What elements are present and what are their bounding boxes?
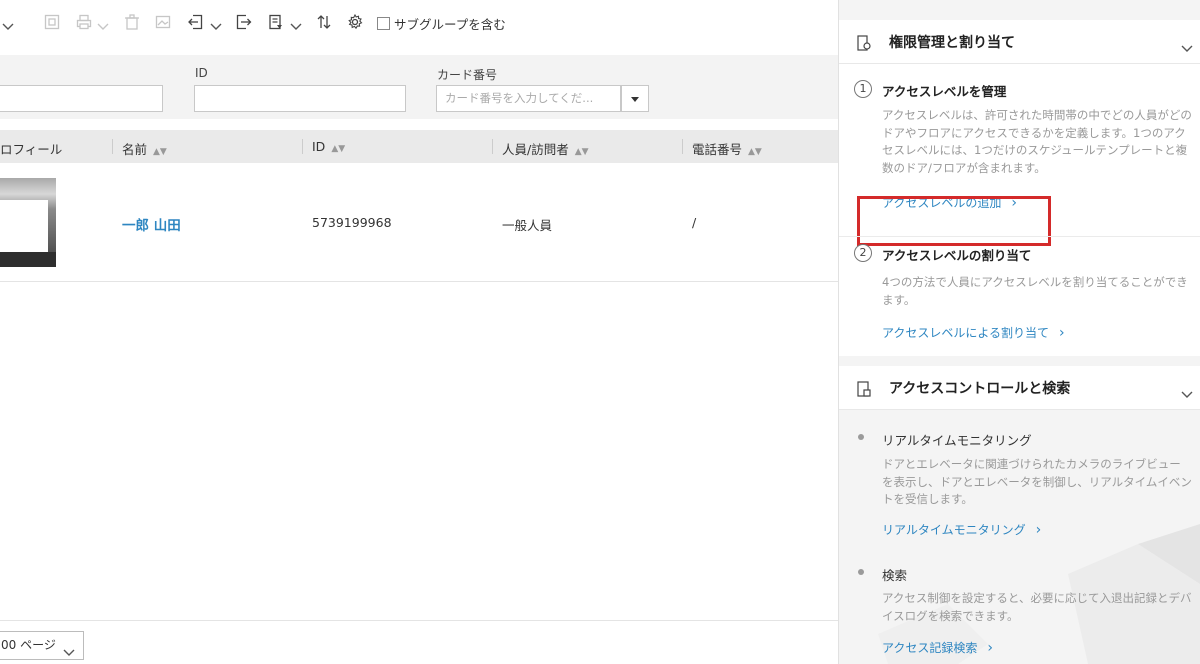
person-id: 5739199968 bbox=[312, 215, 392, 230]
filter-bar: ID カード番号 カード番号を入力してくだ... bbox=[0, 55, 838, 119]
column-header-name[interactable]: 名前 ▲▼ bbox=[112, 139, 167, 158]
divider bbox=[0, 620, 838, 621]
import-icon[interactable] bbox=[187, 14, 203, 32]
realtime-monitoring-link[interactable]: リアルタイムモニタリング bbox=[882, 521, 1041, 538]
sort-icon[interactable]: ▲▼ bbox=[575, 147, 589, 157]
export-icon bbox=[44, 14, 60, 32]
id-filter-label: ID bbox=[195, 66, 208, 80]
item-description: ドアとエレベータに関連づけられたカメラのライブビューを表示し、ドアとエレベータを… bbox=[882, 457, 1192, 506]
page-size-select[interactable]: 00 ページ bbox=[0, 631, 84, 660]
bullet bbox=[858, 434, 864, 440]
sort-icon[interactable]: ▲▼ bbox=[331, 144, 345, 154]
permission-section: 権限管理と割り当て 1 アクセスレベルを管理 アクセスレベルは、許可された時間帯… bbox=[839, 20, 1200, 356]
image-icon bbox=[155, 14, 171, 32]
export-out-icon[interactable] bbox=[236, 14, 252, 32]
table-row[interactable]: 一郎 山田 5739199968 一般人員 / bbox=[0, 163, 838, 282]
step-description: 4つの方法で人員にアクセスレベルを割り当てることができます。 bbox=[882, 275, 1188, 307]
delete-icon bbox=[124, 14, 140, 32]
bullet bbox=[858, 569, 864, 575]
door-icon bbox=[857, 381, 871, 401]
chevron-down-icon[interactable] bbox=[290, 16, 302, 35]
assign-by-access-level-link[interactable]: アクセスレベルによる割り当て bbox=[882, 324, 1065, 341]
chevron-down-icon[interactable] bbox=[1181, 384, 1193, 403]
sort-icon[interactable]: ▲▼ bbox=[153, 147, 167, 157]
chevron-down-icon bbox=[97, 16, 109, 35]
chevron-down-icon[interactable] bbox=[2, 16, 14, 35]
person-phone: / bbox=[692, 215, 697, 230]
person-type: 一般人員 bbox=[502, 218, 553, 233]
chevron-down-icon[interactable] bbox=[1181, 38, 1193, 57]
table-header: ロフィール 名前 ▲▼ ID ▲▼ 人員/訪問者 ▲▼ 電話番号 ▲▼ bbox=[0, 130, 838, 163]
page-size-value: 00 ページ bbox=[1, 638, 56, 652]
card-number-input[interactable]: カード番号を入力してくだ... bbox=[436, 85, 649, 112]
checkbox-icon[interactable] bbox=[377, 16, 390, 30]
column-header-id[interactable]: ID ▲▼ bbox=[302, 139, 345, 154]
print-icon bbox=[76, 14, 92, 32]
guide-panel: 権限管理と割り当て 1 アクセスレベルを管理 アクセスレベルは、許可された時間帯… bbox=[838, 0, 1200, 664]
item-title: リアルタイムモニタリング bbox=[882, 433, 1032, 448]
item-title: 検索 bbox=[882, 568, 908, 583]
sort-icon[interactable]: ▲▼ bbox=[748, 147, 762, 157]
profile-filter-input[interactable] bbox=[0, 85, 163, 112]
include-subgroup-label: サブグループを含む bbox=[394, 16, 506, 32]
highlight-box bbox=[857, 196, 1051, 246]
step-number: 1 bbox=[854, 80, 872, 98]
card-dropdown-button[interactable] bbox=[621, 85, 649, 112]
step-number: 2 bbox=[854, 244, 872, 262]
access-control-section-header[interactable]: アクセスコントロールと検索 bbox=[839, 366, 1200, 410]
card-filter-label: カード番号 bbox=[437, 68, 498, 82]
permission-section-header[interactable]: 権限管理と割り当て bbox=[839, 20, 1200, 64]
gear-icon[interactable] bbox=[347, 14, 363, 32]
column-header-type[interactable]: 人員/訪問者 ▲▼ bbox=[492, 139, 589, 158]
id-filter-input[interactable] bbox=[194, 85, 406, 112]
column-header-phone[interactable]: 電話番号 ▲▼ bbox=[682, 139, 762, 158]
access-control-section-title: アクセスコントロールと検索 bbox=[889, 381, 1071, 397]
person-name-link[interactable]: 一郎 山田 bbox=[122, 214, 181, 234]
include-subgroup-checkbox[interactable]: サブグループを含む bbox=[377, 15, 506, 32]
access-icon bbox=[857, 35, 871, 55]
permission-section-title: 権限管理と割り当て bbox=[889, 35, 1015, 51]
chevron-down-icon[interactable] bbox=[210, 16, 222, 35]
sort-icon[interactable] bbox=[316, 14, 332, 32]
toolbar: サブグループを含む bbox=[0, 0, 838, 46]
chevron-down-icon bbox=[63, 640, 75, 664]
divider bbox=[839, 236, 1200, 237]
column-header-profile[interactable]: ロフィール bbox=[0, 139, 62, 158]
card-number-placeholder: カード番号を入力してくだ... bbox=[445, 91, 594, 105]
document-icon[interactable] bbox=[268, 14, 284, 32]
step-title: アクセスレベルを管理 bbox=[882, 84, 1007, 99]
avatar bbox=[0, 178, 56, 267]
step-description: アクセスレベルは、許可された時間帯の中でどの人員がどのドアやフロアにアクセスでき… bbox=[882, 108, 1192, 175]
access-record-search-link[interactable]: アクセス記録検索 bbox=[882, 639, 993, 656]
step-title: アクセスレベルの割り当て bbox=[882, 248, 1032, 263]
person-list-pane: サブグループを含む ID カード番号 カード番号を入力してくだ... ロフィール… bbox=[0, 0, 838, 664]
item-description: アクセス制御を設定すると、必要に応じて入退出記録とデバイスログを検索できます。 bbox=[882, 591, 1192, 623]
